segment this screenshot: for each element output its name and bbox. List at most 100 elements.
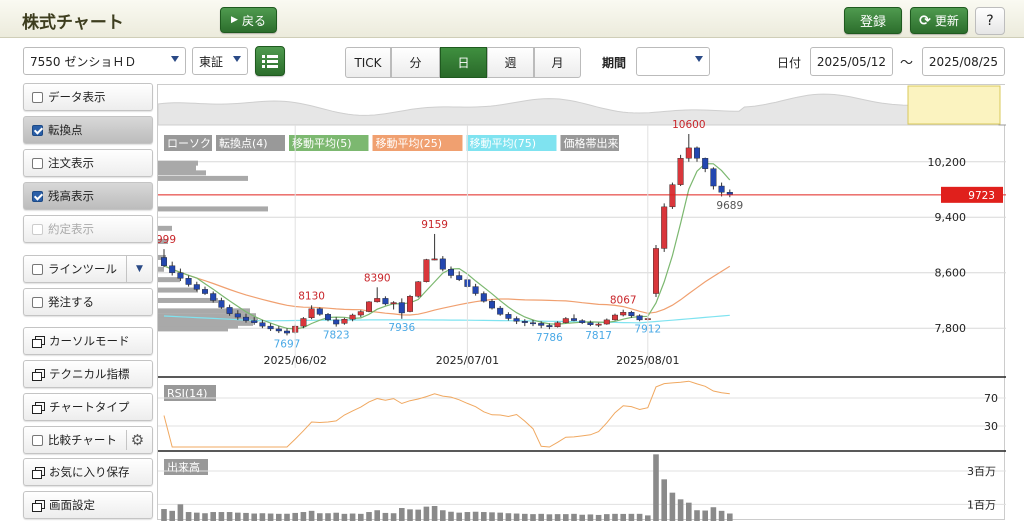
price-tick-label: 9,400 — [935, 211, 967, 224]
candle-body — [480, 293, 487, 302]
navigator-selection — [907, 85, 1001, 125]
volume-bar — [325, 513, 331, 521]
volume-bar — [661, 479, 667, 521]
date-label: 日付 — [777, 56, 802, 70]
volume-bar — [218, 512, 225, 521]
date-to-value: 2025/08/25 — [928, 54, 999, 69]
checkbox-icon — [32, 223, 43, 235]
market-select[interactable]: 東証 — [192, 47, 248, 75]
candle-body — [653, 248, 660, 294]
date-tick-label: 2025/08/01 — [616, 354, 679, 367]
window-icon — [32, 499, 45, 512]
register-button-label: 登録 — [859, 15, 886, 30]
sidebar-item[interactable]: チャートタイプ — [23, 393, 153, 421]
candle-body — [710, 168, 717, 187]
list-view-button[interactable] — [255, 46, 285, 76]
candle-body — [562, 318, 569, 323]
sidebar-item[interactable]: データ表示 — [23, 83, 153, 111]
volume-bar — [481, 512, 487, 521]
candle-body — [169, 265, 176, 273]
sidebar-item-label: 注文表示 — [48, 156, 94, 170]
volume-bar — [333, 512, 339, 521]
candle-body — [521, 321, 528, 323]
volume-bar — [276, 513, 282, 521]
interval-tab[interactable]: 分 — [391, 47, 440, 78]
legend-label: 移動平均(5) — [292, 136, 352, 150]
date-from-input[interactable]: 2025/05/12 — [810, 47, 893, 76]
candle-body — [210, 293, 217, 301]
sidebar-item[interactable]: テクニカル指標 — [23, 360, 153, 388]
sidebar-item[interactable]: 画面設定 — [23, 491, 153, 519]
interval-tab[interactable]: TICK — [345, 47, 391, 78]
volume-profile-bar — [158, 175, 248, 181]
volume-profile-bar — [158, 266, 164, 272]
sidebar-item[interactable]: 発注する — [23, 288, 153, 316]
volume-profile-bar — [158, 277, 180, 283]
sidebar-item-label: 残高表示 — [48, 189, 94, 203]
checkbox-icon — [32, 190, 43, 202]
sidebar-item[interactable]: 注文表示 — [23, 149, 153, 177]
checkbox-icon — [32, 296, 43, 308]
candle-body — [595, 323, 602, 326]
candle-body — [275, 328, 282, 332]
volume-profile-bar — [158, 297, 218, 303]
window-icon — [32, 335, 45, 348]
turning-point-label: 10600 — [672, 119, 705, 131]
volume-bar — [185, 512, 192, 521]
volume-bar — [448, 511, 454, 521]
date-to-input[interactable]: 2025/08/25 — [922, 47, 1005, 76]
candle-body — [431, 258, 438, 261]
current-price-label: 9723 — [968, 190, 995, 202]
sidebar-item[interactable]: 比較チャート ⚙ — [23, 426, 153, 454]
candle-body — [218, 300, 225, 308]
gear-icon[interactable]: ⚙ — [126, 430, 148, 450]
market-select-value: 東証 — [199, 54, 224, 69]
volume-bar — [686, 502, 692, 521]
help-button[interactable]: ? — [975, 7, 1005, 35]
candle-body — [398, 302, 405, 314]
volume-bar — [202, 513, 208, 521]
chevron-down-icon[interactable]: ▼ — [126, 256, 152, 282]
candle-body — [497, 307, 504, 315]
sidebar-item-label: 比較チャート — [48, 433, 117, 447]
candle-body — [694, 147, 701, 159]
candle-body — [456, 275, 463, 280]
candle-body — [661, 206, 668, 249]
sidebar-item[interactable]: 残高表示 — [23, 182, 153, 210]
ma5-line — [163, 162, 731, 330]
interval-tab[interactable]: 月 — [534, 47, 581, 78]
sidebar-item-label: 画面設定 — [49, 498, 95, 512]
turning-point-label: 7697 — [274, 338, 301, 350]
back-button[interactable]: ▶ 戻る — [220, 7, 277, 33]
date-separator: ～ — [900, 56, 914, 71]
volume-bar — [677, 499, 684, 521]
candle-body — [242, 316, 249, 321]
refresh-button-label: 更新 — [934, 14, 959, 28]
period-select[interactable] — [636, 47, 710, 76]
window-icon — [32, 401, 45, 414]
candle-body — [349, 314, 356, 320]
volume-bar — [497, 512, 503, 521]
candle-body — [571, 318, 578, 321]
volume-bar — [702, 510, 708, 521]
interval-tab[interactable]: 日 — [440, 47, 487, 78]
register-button[interactable]: 登録 — [844, 7, 902, 34]
volume-bar — [636, 513, 643, 521]
candle-body — [267, 325, 274, 330]
sidebar-item[interactable]: カーソルモード — [23, 327, 153, 355]
volume-bar — [538, 513, 544, 521]
turning-point-label: 7817 — [585, 330, 612, 342]
refresh-button[interactable]: ⟳ 更新 — [910, 7, 968, 34]
sidebar-item[interactable]: ラインツール ▼ — [23, 255, 153, 283]
turning-point-label: 8130 — [298, 290, 325, 302]
stock-select[interactable]: 7550 ゼンショＨＤ — [23, 47, 186, 75]
volume-bar — [341, 513, 348, 521]
sidebar-item[interactable]: お気に入り保存 — [23, 458, 153, 486]
window-icon — [32, 368, 45, 381]
volume-bar — [718, 510, 725, 521]
sidebar-item[interactable]: 転換点 — [23, 116, 153, 144]
candle-body — [587, 322, 594, 325]
interval-tab[interactable]: 週 — [487, 47, 534, 78]
volume-profile-bar — [158, 160, 198, 166]
candle-body — [374, 298, 381, 303]
